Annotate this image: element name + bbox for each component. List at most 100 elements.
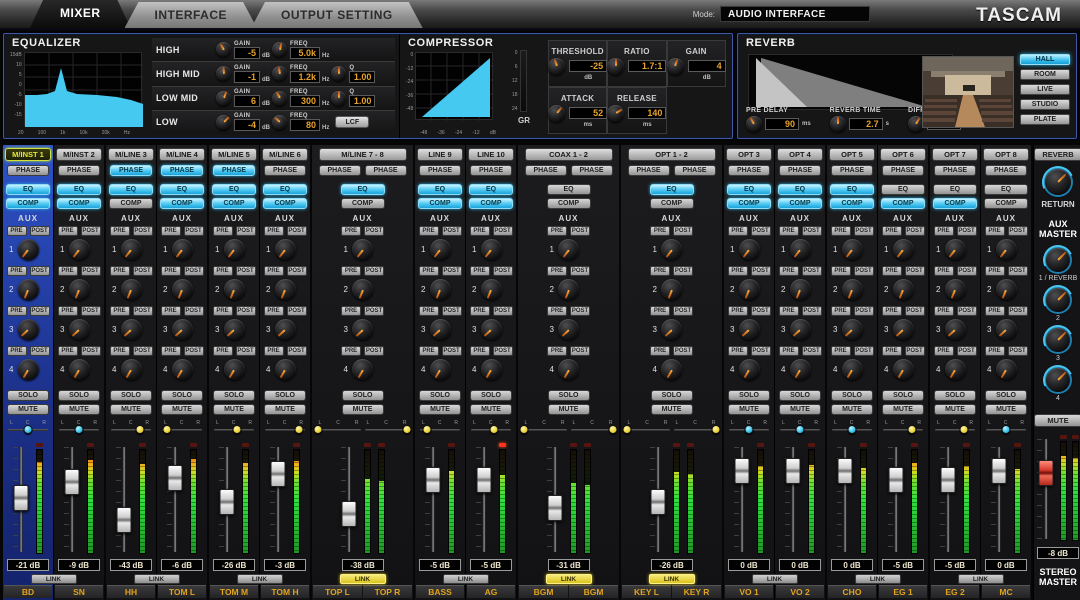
phase-button[interactable]: PHASE (728, 165, 770, 176)
post-button[interactable]: POST (442, 226, 462, 236)
phase-button[interactable]: PHASE (985, 165, 1027, 176)
comp-attack-knob[interactable] (548, 105, 565, 122)
aux-send-knob-3[interactable] (945, 319, 966, 340)
aux-send-knob-3[interactable] (893, 319, 914, 340)
comp-button[interactable]: COMP (263, 198, 307, 209)
link-button[interactable]: LINK (546, 574, 592, 584)
aux-send-knob-1[interactable] (893, 239, 914, 260)
pre-button[interactable]: PRE (341, 346, 361, 356)
eq-q-knob[interactable] (331, 66, 346, 81)
aux-send-knob-2[interactable] (661, 279, 682, 300)
eq-freq-value[interactable]: 5.0k (290, 47, 320, 59)
pan-knob[interactable] (1002, 425, 1011, 434)
fader-db-value[interactable]: -43 dB (110, 559, 152, 571)
post-button[interactable]: POST (364, 306, 384, 316)
pan-slider[interactable]: LCR (111, 420, 151, 439)
aux-send-knob-2[interactable] (352, 279, 373, 300)
eq-freq-knob[interactable] (272, 42, 287, 57)
pre-button[interactable]: PRE (650, 226, 670, 236)
phase-button[interactable]: PHASE (525, 165, 567, 176)
post-button[interactable]: POST (442, 266, 462, 276)
aux-send-knob-3[interactable] (739, 319, 760, 340)
pan-knob[interactable] (403, 425, 412, 434)
aux-send-knob-2[interactable] (172, 279, 193, 300)
comp-button[interactable]: COMP (650, 198, 694, 209)
mute-button[interactable]: MUTE (831, 404, 873, 415)
comp-threshold-value[interactable]: -25 (569, 60, 607, 72)
pan-slider[interactable]: LCR (883, 420, 923, 439)
phase-button[interactable]: PHASE (934, 165, 976, 176)
aux-send-knob-4[interactable] (352, 359, 373, 380)
post-button[interactable]: POST (236, 226, 256, 236)
eq-q-value[interactable]: 1.00 (349, 95, 375, 107)
reverb-type-room[interactable]: ROOM (1020, 69, 1070, 80)
pre-button[interactable]: PRE (7, 266, 27, 276)
pre-button[interactable]: PRE (58, 306, 78, 316)
eq-button[interactable]: EQ (6, 184, 50, 195)
eq-button[interactable]: EQ (263, 184, 307, 195)
channel-select-button[interactable]: M/LINE 6 (262, 148, 308, 161)
aux-send-knob-3[interactable] (69, 319, 90, 340)
eq-button[interactable]: EQ (418, 184, 462, 195)
aux-send-knob-3[interactable] (121, 319, 142, 340)
post-button[interactable]: POST (570, 306, 590, 316)
post-button[interactable]: POST (570, 266, 590, 276)
post-button[interactable]: POST (957, 266, 977, 276)
eq-button[interactable]: EQ (830, 184, 874, 195)
comp-button[interactable]: COMP (830, 198, 874, 209)
phase-button[interactable]: PHASE (110, 165, 152, 176)
pre-button[interactable]: PRE (341, 226, 361, 236)
aux-send-knob-4[interactable] (172, 359, 193, 380)
eq-gain-knob[interactable] (216, 66, 231, 81)
aux-send-knob-1[interactable] (121, 239, 142, 260)
mute-button[interactable]: MUTE (342, 404, 384, 415)
fader-db-value[interactable]: 0 dB (985, 559, 1027, 571)
fader-handle[interactable] (941, 467, 956, 493)
link-button[interactable]: LINK (958, 574, 1004, 584)
fader-db-value[interactable]: 0 dB (831, 559, 873, 571)
pre-button[interactable]: PRE (264, 346, 284, 356)
pan-knob[interactable] (907, 425, 916, 434)
fader-handle[interactable] (547, 495, 562, 521)
pre-button[interactable]: PRE (547, 306, 567, 316)
pan-knob[interactable] (745, 425, 754, 434)
pan-knob[interactable] (313, 425, 322, 434)
pre-button[interactable]: PRE (213, 346, 233, 356)
eq-gain-value[interactable]: -1 (234, 71, 260, 83)
reverb-master-button[interactable]: REVERB (1034, 148, 1080, 161)
aux-send-knob-1[interactable] (790, 239, 811, 260)
post-button[interactable]: POST (854, 266, 874, 276)
pan-slider[interactable]: LCR (571, 420, 615, 439)
solo-button[interactable]: SOLO (548, 390, 590, 401)
post-button[interactable]: POST (854, 306, 874, 316)
comp-button[interactable]: COMP (57, 198, 101, 209)
comp-gain-knob[interactable] (667, 58, 684, 75)
fader-handle[interactable] (341, 501, 356, 527)
aux-send-knob-2[interactable] (430, 279, 451, 300)
eq-freq-knob[interactable] (272, 115, 287, 130)
pan-slider[interactable]: LCR (780, 420, 820, 439)
fader-db-value[interactable]: -38 dB (342, 559, 384, 571)
pan-slider[interactable]: LCR (986, 420, 1026, 439)
comp-button[interactable]: COMP (109, 198, 153, 209)
fader-handle[interactable] (838, 458, 853, 484)
mute-button[interactable]: MUTE (985, 404, 1027, 415)
pre-button[interactable]: PRE (161, 226, 181, 236)
comp-button[interactable]: COMP (727, 198, 771, 209)
pan-slider[interactable]: LCR (420, 420, 460, 439)
aux-send-knob-3[interactable] (558, 319, 579, 340)
pan-slider[interactable]: LCR (265, 420, 305, 439)
post-button[interactable]: POST (30, 226, 50, 236)
post-button[interactable]: POST (751, 266, 771, 276)
master-mute-button[interactable]: MUTE (1034, 414, 1080, 427)
comp-ratio-knob[interactable] (607, 58, 624, 75)
pre-button[interactable]: PRE (779, 346, 799, 356)
comp-button[interactable]: COMP (418, 198, 462, 209)
post-button[interactable]: POST (30, 346, 50, 356)
aux-send-knob-2[interactable] (790, 279, 811, 300)
pan-slider[interactable]: LCR (729, 420, 769, 439)
fader-db-value[interactable]: 0 dB (728, 559, 770, 571)
post-button[interactable]: POST (364, 266, 384, 276)
pan-knob[interactable] (294, 425, 303, 434)
mute-button[interactable]: MUTE (161, 404, 203, 415)
